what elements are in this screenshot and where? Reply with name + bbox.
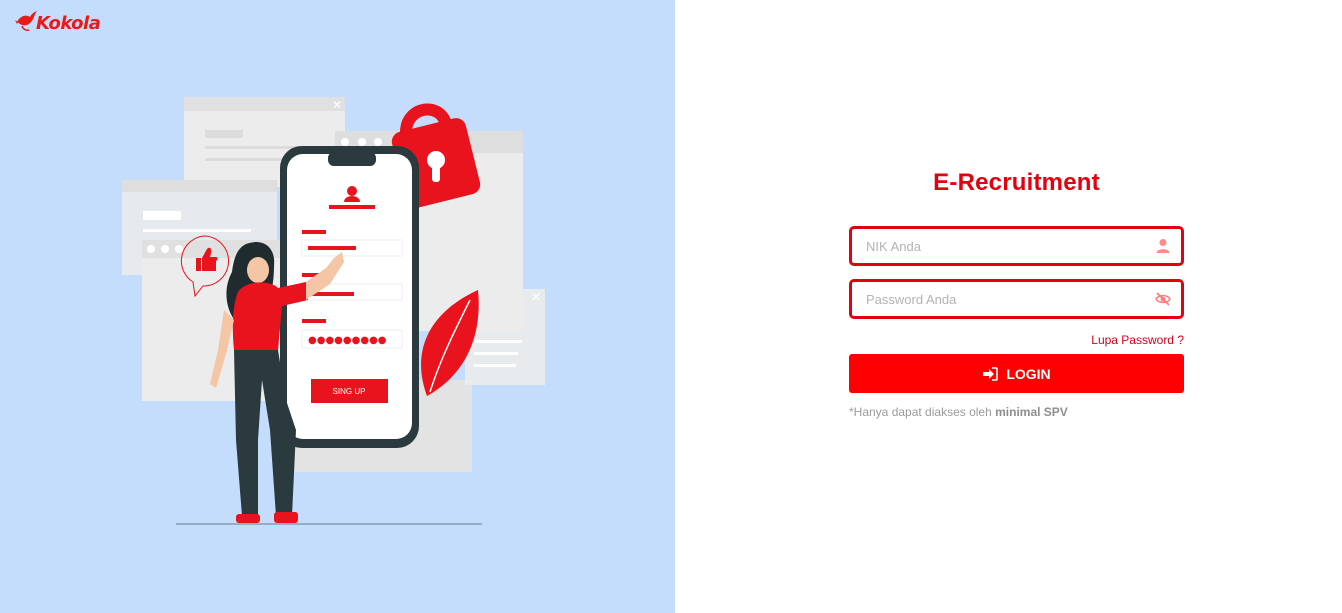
page-title: E-Recruitment xyxy=(933,169,1100,196)
login-form: E-Recruitment Lupa Password ? xyxy=(849,168,1184,419)
brand-logo: Kokola xyxy=(14,8,101,34)
access-note: *Hanya dapat diakses oleh minimal SPV xyxy=(849,405,1184,419)
svg-text:●●●●●●●●●: ●●●●●●●●● xyxy=(308,335,387,346)
illustration-panel: ✕ ✕ ●●●●●●●●● SING UP Kokola xyxy=(0,0,675,613)
svg-text:✕: ✕ xyxy=(531,290,541,304)
forgot-password-link[interactable]: Lupa Password ? xyxy=(1091,333,1184,347)
login-panel: E-Recruitment Lupa Password ? xyxy=(675,0,1342,613)
svg-text:✕: ✕ xyxy=(332,98,342,112)
bird-logo-icon xyxy=(15,11,37,31)
sign-in-icon xyxy=(983,366,999,381)
access-note-emphasis: minimal SPV xyxy=(995,405,1068,419)
access-note-text: *Hanya dapat diakses oleh xyxy=(849,405,996,419)
phone-signup-label: SING UP xyxy=(333,387,366,396)
login-button[interactable]: LOGIN xyxy=(849,354,1184,393)
password-field xyxy=(849,279,1184,319)
login-button-label: LOGIN xyxy=(1006,365,1051,382)
nik-input[interactable] xyxy=(852,229,1181,263)
login-illustration: ✕ ✕ ●●●●●●●●● SING UP xyxy=(122,97,545,525)
password-input[interactable] xyxy=(852,282,1181,316)
nik-field xyxy=(849,226,1184,266)
forgot-row: Lupa Password ? xyxy=(849,331,1184,349)
user-icon xyxy=(1156,239,1170,253)
brand-name: Kokola xyxy=(36,13,101,34)
eye-slash-icon[interactable] xyxy=(1155,291,1171,307)
